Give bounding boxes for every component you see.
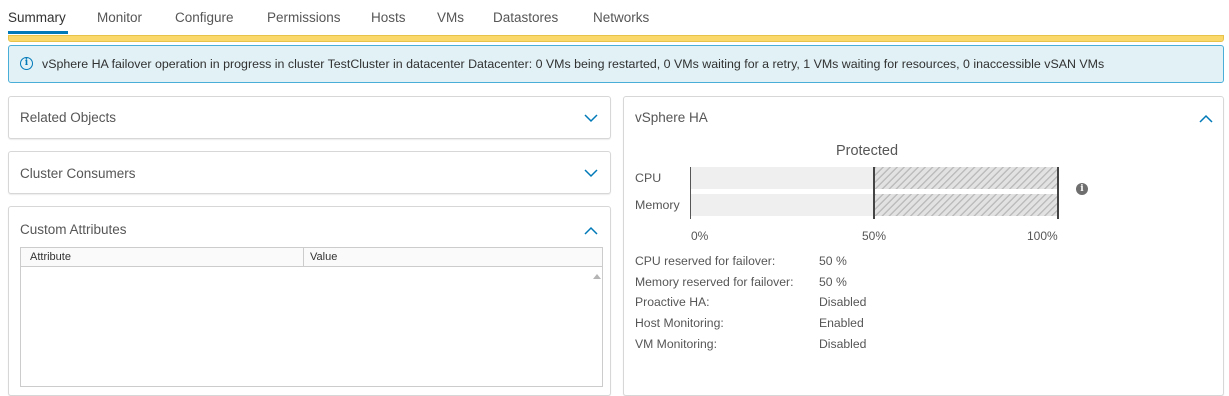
tick-label: 50%: [862, 229, 887, 243]
chevron-up-icon[interactable]: [1199, 114, 1215, 124]
panel-title: vSphere HA: [635, 110, 708, 125]
info-icon: i: [20, 57, 33, 70]
chevron-down-icon[interactable]: [584, 169, 600, 179]
tab-monitor[interactable]: Monitor: [97, 10, 142, 25]
detail-label: VM Monitoring:: [635, 337, 717, 351]
cpu-reserved-fill: [875, 167, 1059, 189]
tab-hosts[interactable]: Hosts: [371, 10, 406, 25]
memory-reservation-bar: [691, 194, 1059, 216]
detail-label: Memory reserved for failover:: [635, 275, 794, 289]
memory-bar-label: Memory: [635, 198, 680, 212]
tab-configure[interactable]: Configure: [175, 10, 234, 25]
chevron-down-icon[interactable]: [584, 114, 600, 124]
memory-reserved-fill: [875, 194, 1059, 216]
detail-value: Disabled: [819, 295, 867, 309]
task-progress-strip: [8, 35, 1224, 42]
column-divider[interactable]: [303, 248, 304, 266]
cpu-reservation-bar: [691, 167, 1059, 189]
panel-title: Custom Attributes: [20, 222, 127, 237]
active-tab-indicator: [8, 31, 68, 34]
column-header-attribute[interactable]: Attribute: [30, 251, 71, 263]
alert-message: vSphere HA failover operation in progres…: [42, 57, 1105, 71]
tab-networks[interactable]: Networks: [593, 10, 649, 25]
detail-value: 50 %: [819, 275, 847, 289]
related-objects-panel: Related Objects: [8, 96, 611, 139]
custom-attributes-panel: Custom Attributes Attribute Value: [8, 206, 611, 396]
column-header-value[interactable]: Value: [310, 251, 337, 263]
tab-vms[interactable]: VMs: [437, 10, 464, 25]
info-icon[interactable]: i: [1076, 183, 1088, 195]
table-header: Attribute Value: [21, 248, 602, 267]
detail-label: Proactive HA:: [635, 295, 710, 309]
ha-status-label: Protected: [835, 143, 899, 159]
panel-title: Related Objects: [20, 110, 117, 125]
vsphere-ha-panel: vSphere HA Protected CPU Memory i 0% 50%…: [623, 96, 1224, 396]
tab-datastores[interactable]: Datastores: [493, 10, 558, 25]
ha-failover-alert: i vSphere HA failover operation in progr…: [8, 45, 1224, 83]
panel-title: Cluster Consumers: [20, 166, 136, 181]
scroll-up-arrow-icon[interactable]: [593, 274, 601, 279]
chevron-up-icon[interactable]: [584, 226, 600, 236]
tick-label: 100%: [1027, 229, 1058, 243]
cpu-bar-label: CPU: [635, 171, 662, 185]
hundred-percent-marker: [1057, 167, 1059, 219]
detail-value: 50 %: [819, 254, 847, 268]
tab-bar: Summary Monitor Configure Permissions Ho…: [0, 0, 1229, 34]
detail-value: Disabled: [819, 337, 867, 351]
detail-value: Enabled: [819, 316, 864, 330]
fifty-percent-marker: [873, 167, 875, 219]
detail-label: Host Monitoring:: [635, 316, 724, 330]
custom-attributes-table: Attribute Value: [20, 247, 603, 387]
tab-summary[interactable]: Summary: [8, 10, 66, 25]
detail-label: CPU reserved for failover:: [635, 254, 776, 268]
cluster-consumers-panel: Cluster Consumers: [8, 151, 611, 194]
tick-label: 0%: [691, 229, 709, 243]
tab-permissions[interactable]: Permissions: [267, 10, 341, 25]
